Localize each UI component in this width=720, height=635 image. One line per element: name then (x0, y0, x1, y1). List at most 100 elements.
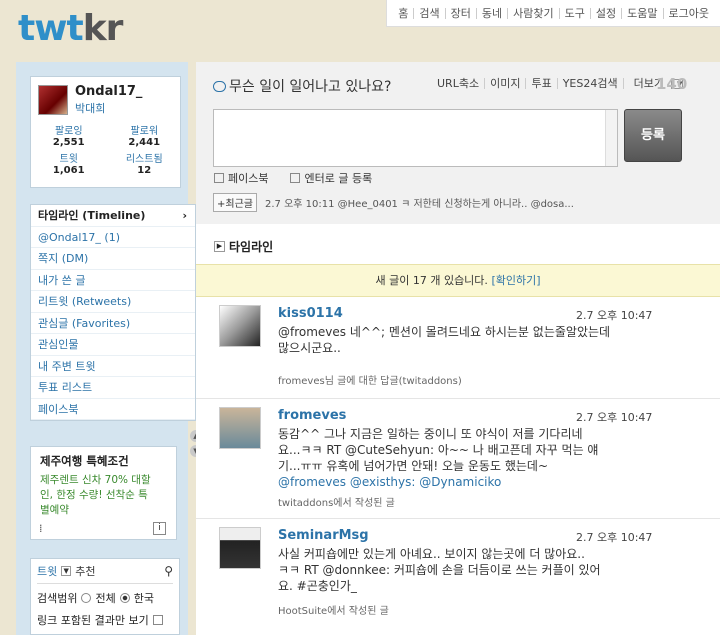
tweet-time[interactable]: 2.7 오후 10:47 (576, 307, 652, 323)
stat-label: 팔로워 (130, 126, 159, 137)
avatar[interactable] (219, 407, 261, 449)
stat-following[interactable]: 팔로잉 2,551 (31, 122, 107, 148)
profile-username[interactable]: Ondal17_ (75, 84, 142, 99)
sidebar-item-facebook[interactable]: 페이스북 (31, 399, 195, 420)
facebook-option[interactable]: 페이스북 (214, 170, 268, 186)
promo-line: 별예약 (40, 504, 69, 516)
tweet-time[interactable]: 2.7 오후 10:47 (576, 409, 652, 425)
sidebar-menu: 타임라인 (Timeline) › @Ondal17_ (1) 쪽지 (DM) 내… (30, 204, 196, 421)
enter-submit-checkbox[interactable] (290, 173, 301, 183)
enter-submit-option[interactable]: 엔터로 글 등록 (290, 170, 372, 186)
tweet-item: kiss0114 2.7 오후 10:47 @fromeves 네^^; 멘션이… (196, 297, 720, 399)
timeline-heading-text: 타임라인 (229, 240, 274, 254)
sidebar-item-label: 타임라인 (Timeline) (38, 209, 146, 222)
nav-home[interactable]: 홈 (393, 8, 413, 19)
tweet-time[interactable]: 2.7 오후 10:47 (576, 529, 652, 545)
tweet-source[interactable]: twitaddons에서 작성된 글 (278, 494, 395, 509)
scope-all-radio[interactable] (81, 593, 92, 603)
chevron-down-icon[interactable]: ▼ (61, 566, 72, 576)
char-counter: 140 (656, 75, 688, 93)
tweet-line: 많으시군요.. (278, 341, 341, 355)
top-navigation: 홈 검색 장터 동네 사람찾기 도구 설정 도움말 로그아웃 (386, 0, 720, 27)
nav-tools[interactable]: 도구 (558, 7, 590, 19)
stat-value: 2,551 (52, 137, 85, 148)
url-shorten-button[interactable]: URL축소 (432, 78, 484, 89)
promo-line: 제주렌트 신차 70% 대할 (40, 474, 151, 486)
timeline-panel: ▶ 타임라인 새 글이 17 개 있습니다. [확인하기] kiss0114 2.… (196, 224, 720, 635)
stat-value: 2,441 (128, 137, 161, 148)
confirm-link[interactable]: [확인하기] (491, 274, 540, 287)
twtkr-logo[interactable]: twtkr (18, 8, 123, 49)
sidebar: Ondal17_ 박대희 팔로잉 2,551 팔로워 2,441 트윗 1,061 리… (16, 62, 196, 635)
nav-search[interactable]: 검색 (413, 7, 444, 19)
image-button[interactable]: 이미지 (484, 78, 525, 89)
sidebar-item-interests[interactable]: 관심인물 (31, 334, 195, 356)
poll-button[interactable]: 투표 (525, 78, 556, 89)
sidebar-item-nearby[interactable]: 내 주변 트윗 (31, 356, 195, 377)
speech-bubble-icon (213, 80, 226, 92)
sidebar-item-mentions[interactable]: @Ondal17_ (1) (31, 227, 195, 248)
tweet-line: 요. #곤충인가_ (278, 579, 357, 593)
search-box: 트윗 ▼ 추천 ⚲ 검색범위 전체 한국 링크 포함된 결과만 보기 (30, 558, 180, 635)
nav-help[interactable]: 도움말 (621, 7, 662, 19)
nav-find-people[interactable]: 사람찾기 (507, 7, 558, 19)
submit-button[interactable]: 등록 (624, 109, 682, 162)
search-type-select[interactable]: 트윗 (37, 563, 57, 579)
scope-all-label: 전체 (95, 592, 116, 605)
search-sort-select[interactable]: 추천 (75, 563, 95, 579)
scope-korea-radio[interactable] (119, 593, 130, 603)
nav-logout[interactable]: 로그아웃 (662, 7, 714, 19)
sidebar-item-my-posts[interactable]: 내가 쓴 글 (31, 270, 195, 291)
composer-question-text: 무슨 일이 일어나고 있나요? (229, 79, 392, 95)
ellipsis-icon[interactable]: ⁞ (39, 522, 43, 535)
sidebar-item-timeline[interactable]: 타임라인 (Timeline) › (31, 205, 195, 227)
yes24-search-button[interactable]: YES24검색 (556, 78, 623, 89)
tweet-item: fromeves 2.7 오후 10:47 동감^^ 그나 지금은 일하는 중이… (196, 399, 720, 519)
avatar[interactable] (219, 305, 261, 347)
tweet-text: 사실 커피숍에만 있는게 아녜요.. 보이지 않는곳에 더 많아요.. ㅋㅋ R… (278, 546, 648, 594)
tweet-line: @fromeves 네^^; 멘션이 몰려드네요 하시는분 없는줄알았는데 (278, 325, 611, 339)
avatar[interactable] (219, 527, 261, 569)
facebook-checkbox[interactable] (214, 173, 224, 183)
stat-listed[interactable]: 리스트됨 12 (107, 150, 183, 176)
stat-followers[interactable]: 팔로워 2,441 (107, 122, 183, 148)
composer-options: 페이스북 엔터로 글 등록 (214, 170, 372, 186)
sidebar-item-dm[interactable]: 쪽지 (DM) (31, 248, 195, 270)
profile-card: Ondal17_ 박대희 팔로잉 2,551 팔로워 2,441 트윗 1,061 리… (30, 76, 181, 188)
chevron-right-icon: ▶ (214, 241, 225, 252)
profile-realname: 박대희 (75, 102, 106, 115)
search-icon[interactable]: ⚲ (164, 564, 173, 578)
nav-neighborhood[interactable]: 동네 (475, 7, 507, 19)
avatar[interactable] (38, 85, 68, 115)
promo-ad[interactable]: 제주여행 특혜조건 제주렌트 신차 70% 대할 인, 한정 수량! 선착순 특… (30, 446, 177, 540)
recent-post-text[interactable]: 2.7 오후 10:11 @Hee_0401 ㅋ 저한테 신청하는게 아니라..… (265, 195, 574, 210)
link-only-checkbox[interactable] (152, 615, 163, 625)
composer-tools: URL축소 이미지 투표 YES24검색 더보기 ▼ (432, 78, 688, 89)
stat-label: 트윗 (59, 154, 78, 165)
tweet-username[interactable]: kiss0114 (278, 306, 343, 321)
tweet-username[interactable]: fromeves (278, 408, 346, 423)
search-scope-label: 검색범위 (37, 592, 78, 605)
tweet-username[interactable]: SeminarMsg (278, 528, 369, 543)
tweet-source[interactable]: HootSuite에서 작성된 글 (278, 602, 389, 617)
sidebar-item-retweets[interactable]: 리트윗 (Retweets) (31, 291, 195, 313)
promo-body: 제주렌트 신차 70% 대할 인, 한정 수량! 선착순 특 별예약 (40, 473, 167, 518)
tweet-line: @fromeves @existhys: @Dynamiciko (278, 475, 502, 489)
link-only-label: 링크 포함된 결과만 보기 (37, 614, 149, 627)
tweet-source[interactable]: fromeves님 글에 대한 답글(twitaddons) (278, 372, 462, 387)
recent-posts-button[interactable]: +최근글 (213, 193, 257, 212)
stat-tweets[interactable]: 트윗 1,061 (31, 150, 107, 176)
promo-title: 제주여행 특혜조건 (40, 454, 129, 468)
info-icon[interactable]: i (153, 522, 166, 535)
tweet-input[interactable] (213, 109, 618, 167)
nav-market[interactable]: 장터 (444, 7, 476, 19)
sidebar-item-polls[interactable]: 투표 리스트 (31, 377, 195, 399)
nav-settings[interactable]: 설정 (589, 7, 621, 19)
tweet-text: 동감^^ 그나 지금은 일하는 중이니 또 야식이 저를 기다리네 요...ㅋㅋ… (278, 426, 648, 490)
sidebar-item-favorites[interactable]: 관심글 (Favorites) (31, 313, 195, 334)
scrollbar[interactable] (605, 110, 617, 166)
tweet-item: SeminarMsg 2.7 오후 10:47 사실 커피숍에만 있는게 아녜요… (196, 519, 720, 635)
stat-label: 팔로잉 (54, 126, 83, 137)
profile-stats: 팔로잉 2,551 팔로워 2,441 트윗 1,061 리스트됨 12 (31, 122, 182, 176)
enter-submit-label: 엔터로 글 등록 (304, 172, 373, 185)
